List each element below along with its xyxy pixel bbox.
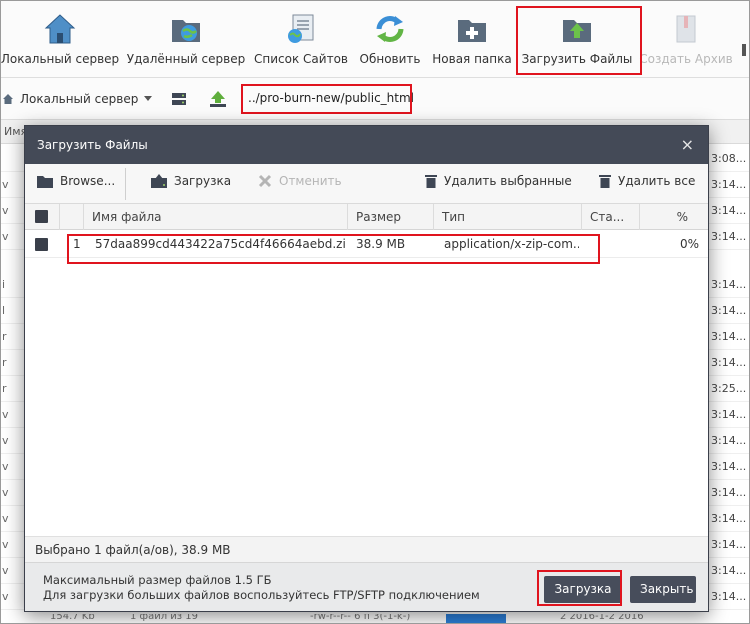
toolbar-remote-server-button[interactable]: Удалённый сервер: [126, 0, 246, 78]
list-item-time: 3:14...: [711, 564, 747, 577]
upload-start-button[interactable]: Загрузка: [151, 174, 231, 188]
list-item-time: 3:25...: [711, 382, 747, 395]
close-icon[interactable]: ×: [681, 135, 694, 154]
toolbar-new-folder-button[interactable]: Новая папка: [432, 0, 512, 78]
toolbar-divider: [125, 168, 126, 200]
index-column: [59, 204, 83, 230]
column-type[interactable]: Тип: [433, 204, 581, 230]
home-icon: [44, 14, 76, 44]
cancel-button[interactable]: Отменить: [258, 174, 342, 188]
selection-summary: Выбрано 1 файл(а/ов), 38.9 MB: [25, 536, 708, 562]
status-progress-bar: [446, 614, 506, 624]
list-item-time: 3:14...: [711, 460, 747, 473]
toolbar-label: Локальный сервер: [0, 52, 120, 66]
row-percent: 0%: [679, 237, 699, 251]
list-item-time: 3:14...: [711, 278, 747, 291]
chevron-down-icon: [144, 96, 153, 101]
browse-label: Browse...: [60, 174, 116, 188]
column-filename[interactable]: Имя файла: [83, 204, 347, 230]
dialog-footer: Максимальный размер файлов 1.5 ГБ Для за…: [25, 562, 708, 611]
current-path[interactable]: ../pro-burn-new/public_html: [248, 91, 414, 105]
toolbar-upload-files-button[interactable]: Загрузить Файлы: [520, 0, 634, 78]
footer-note: Максимальный размер файлов 1.5 ГБ Для за…: [43, 573, 480, 603]
list-item-time: 3:14...: [711, 178, 747, 191]
upload-table-header: Имя файла Размер Тип Ста... %: [25, 204, 708, 230]
delete-selected-label: Удалить выбранные: [444, 174, 572, 188]
ftp-note: Для загрузки больших файлов воспользуйте…: [43, 588, 480, 602]
row-index: 1: [73, 237, 81, 251]
column-size[interactable]: Размер: [347, 204, 433, 230]
toolbar-label: Список Сайтов: [254, 52, 348, 66]
toolbar-local-server-button[interactable]: Локальный сервер: [0, 0, 120, 78]
delete-selected-button[interactable]: Удалить выбранные: [425, 174, 572, 188]
toolbar-label: Новая папка: [432, 52, 512, 66]
dialog-toolbar: Browse... Загрузка Отменить Удалить выбр…: [25, 164, 708, 204]
toolbar-label: Удалённый сервер: [126, 52, 246, 66]
list-item-time: 3:14...: [711, 230, 747, 243]
toolbar-create-archive-button[interactable]: Создать Архив: [639, 0, 733, 78]
upload-drive-icon: [151, 174, 167, 188]
toolbar-sites-list-button[interactable]: Список Сайтов: [254, 0, 348, 78]
list-item-time: 3:14...: [711, 330, 747, 343]
trash-icon: [599, 175, 611, 188]
delete-all-label: Удалить все: [618, 174, 696, 188]
row-filename: 57daa899cd443422a75cd4f46664aebd.zip: [95, 237, 345, 251]
sites-list-icon: [288, 14, 314, 43]
upload-start-label: Загрузка: [174, 174, 232, 188]
list-item-time: 3:14...: [711, 538, 747, 551]
status-bar: 154.7 Kb 1 файл из 19 -rw-r--r-- 6 fi 3(…: [50, 614, 644, 624]
select-all-checkbox[interactable]: [25, 204, 59, 230]
remote-folder-icon: [172, 20, 200, 42]
row-status: [585, 230, 637, 258]
delete-all-button[interactable]: Удалить все: [599, 174, 695, 188]
server-selector-label: Локальный сервер: [20, 92, 139, 106]
column-percent[interactable]: %: [639, 204, 708, 230]
toolbar-label: Обновить: [359, 52, 421, 66]
list-item-time: 3:14...: [711, 512, 747, 525]
upload-dialog: Загрузить Файлы × Browse... Загрузка Отм…: [24, 125, 709, 612]
toolbar-refresh-button[interactable]: Обновить: [356, 0, 424, 78]
row-checkbox[interactable]: [35, 230, 55, 258]
row-type: application/x-zip-com...: [444, 237, 579, 251]
table-row[interactable]: 1 57daa899cd443422a75cd4f46664aebd.zip 3…: [25, 230, 708, 258]
trash-icon: [425, 175, 437, 188]
list-item-time: 3:14...: [711, 356, 747, 369]
new-folder-icon: [458, 20, 486, 42]
dialog-titlebar: Загрузить Файлы ×: [25, 126, 708, 164]
main-toolbar: Локальный сервер Удалённый сервер Список…: [0, 0, 750, 78]
folder-icon: [37, 176, 53, 188]
dialog-title: Загрузить Файлы: [37, 138, 148, 152]
upload-icon[interactable]: [209, 90, 227, 107]
location-bar: Локальный сервер ../pro-burn-new/public_…: [0, 78, 750, 120]
max-size-note: Максимальный размер файлов 1.5 ГБ: [43, 573, 272, 587]
archive-icon: [676, 15, 696, 43]
cancel-label: Отменить: [279, 174, 342, 188]
toolbar-label: Загрузить Файлы: [521, 52, 633, 66]
list-item-time: 3:14...: [711, 590, 747, 603]
toolbar-label: Создать Архив: [639, 52, 733, 66]
server-icon[interactable]: [171, 91, 187, 107]
selection-summary-text: Выбрано 1 файл(а/ов), 38.9 MB: [35, 543, 231, 557]
browse-button[interactable]: Browse...: [37, 174, 115, 188]
upload-folder-icon: [563, 20, 591, 42]
list-item-time: 3:08...: [711, 152, 747, 165]
cancel-x-icon: [258, 174, 272, 188]
upload-button[interactable]: Загрузка: [544, 576, 622, 603]
list-item-time: 3:14...: [711, 304, 747, 317]
list-item-time: 3:14...: [711, 486, 747, 499]
list-item-time: 3:14...: [711, 408, 747, 421]
home-icon: [3, 94, 13, 104]
row-size: 38.9 MB: [356, 237, 406, 251]
list-item-time: 3:14...: [711, 434, 747, 447]
close-button[interactable]: Закрыть: [630, 576, 696, 603]
server-selector[interactable]: Локальный сервер: [2, 92, 153, 106]
list-item-time: 3:14...: [711, 204, 747, 217]
toolbar-overflow-indicator: [742, 44, 746, 56]
column-status[interactable]: Ста...: [581, 204, 639, 230]
refresh-icon: [376, 16, 404, 42]
